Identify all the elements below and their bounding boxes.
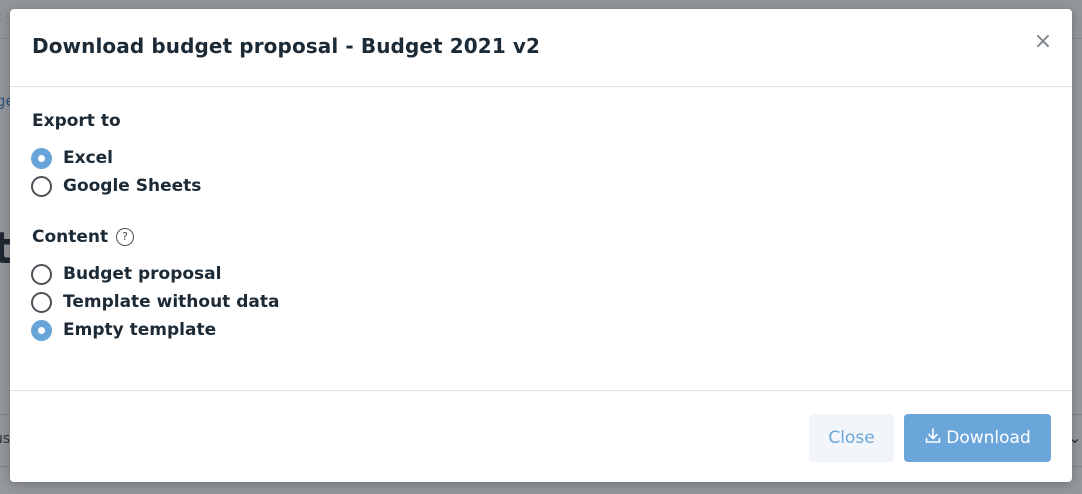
radio-budget-proposal[interactable]: Budget proposal <box>31 262 221 286</box>
dialog-title: Download budget proposal - Budget 2021 v… <box>32 34 541 58</box>
download-icon <box>925 428 941 443</box>
radio-label: Excel <box>63 148 114 168</box>
dialog-header: Download budget proposal - Budget 2021 v… <box>10 9 1072 87</box>
export-to-label: Export to <box>32 111 121 131</box>
radio-label: Empty template <box>63 320 217 340</box>
help-icon[interactable]: ? <box>116 228 134 246</box>
dialog-body: Export to Excel Google Sheets Content ? … <box>10 87 1072 390</box>
download-button[interactable]: Download <box>904 414 1051 462</box>
radio-unchecked-icon[interactable] <box>31 263 52 285</box>
dialog-footer: Close Download <box>10 390 1072 482</box>
radio-label: Budget proposal <box>63 264 222 284</box>
download-button-label: Download <box>946 428 1031 448</box>
content-label: Content <box>32 227 109 247</box>
radio-label: Google Sheets <box>63 176 202 196</box>
radio-checked-icon[interactable] <box>31 319 52 341</box>
radio-unchecked-icon[interactable] <box>31 175 52 197</box>
screen: c ge t us ⌄ Download budget proposal - B… <box>0 0 1082 494</box>
radio-excel[interactable]: Excel <box>31 146 113 170</box>
download-dialog: Download budget proposal - Budget 2021 v… <box>10 9 1072 482</box>
radio-unchecked-icon[interactable] <box>31 291 52 313</box>
close-button[interactable]: Close <box>809 414 894 462</box>
radio-checked-icon[interactable] <box>31 147 52 169</box>
radio-google-sheets[interactable]: Google Sheets <box>31 174 201 198</box>
radio-empty-template[interactable]: Empty template <box>31 318 216 342</box>
close-icon[interactable]: × <box>1032 31 1054 53</box>
radio-template-without-data[interactable]: Template without data <box>31 290 279 314</box>
radio-label: Template without data <box>63 292 280 312</box>
